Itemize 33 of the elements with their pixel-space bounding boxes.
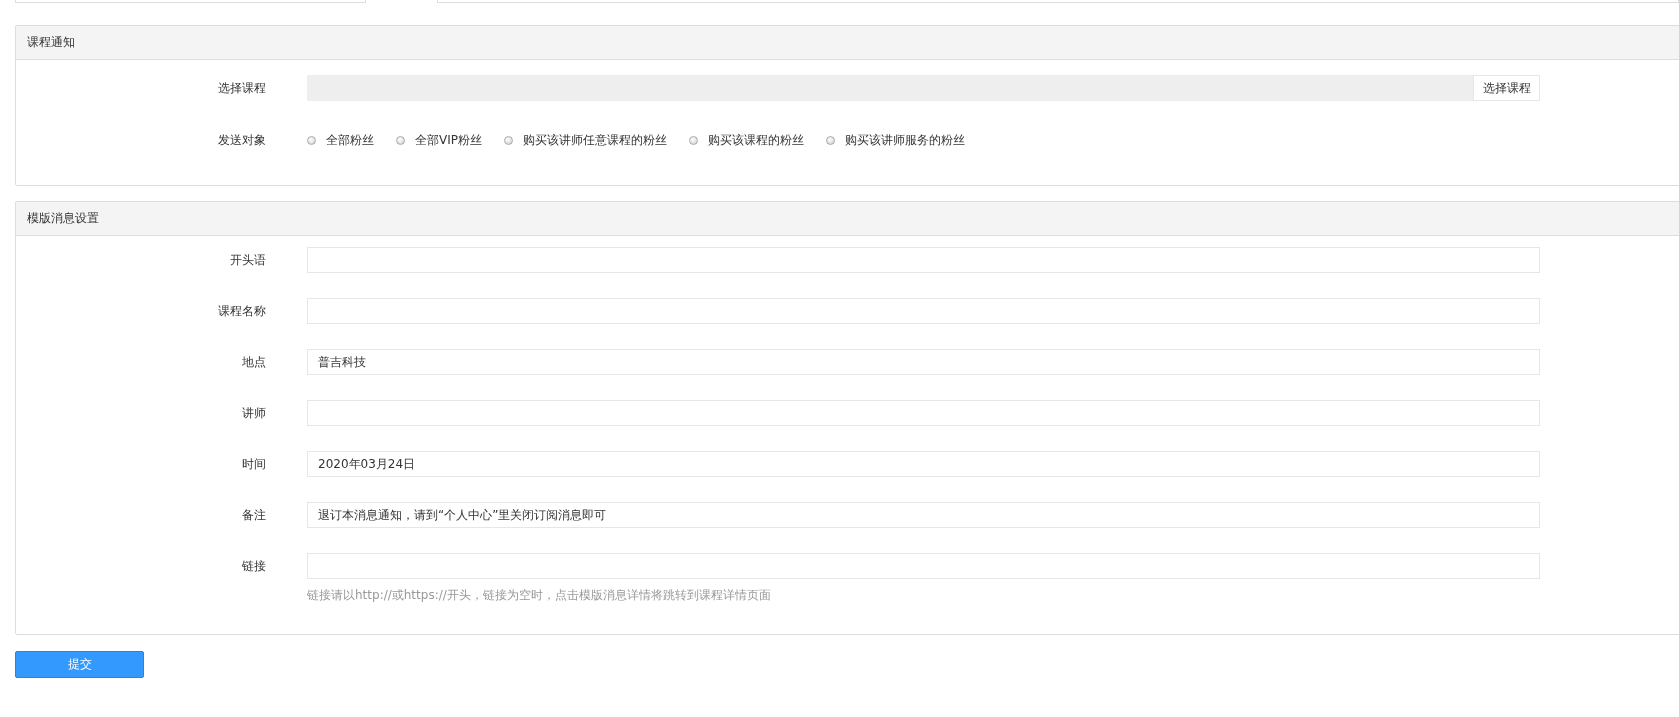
input-field[interactable] bbox=[307, 247, 1540, 273]
input-field[interactable] bbox=[15, 0, 366, 3]
field-label: 选择课程 bbox=[217, 79, 267, 97]
radio-button[interactable] bbox=[396, 135, 405, 145]
radio-label[interactable]: 购买该讲师服务的粉丝 bbox=[845, 131, 965, 149]
hint-text: 链接请以http://或https://开头，链接为空时，点击模版消息详情将跳转到课程详情页面 bbox=[307, 587, 772, 604]
field-label: 发送对象 bbox=[217, 131, 267, 149]
input-field[interactable]: 2020年03月24日 bbox=[307, 451, 1540, 477]
radio-button[interactable] bbox=[826, 135, 835, 145]
field-label: 课程名称 bbox=[217, 302, 267, 320]
field-label: 开头语 bbox=[229, 251, 267, 269]
panel-title: 模版消息设置 bbox=[16, 202, 1679, 236]
radio-label[interactable]: 全部VIP粉丝 bbox=[415, 131, 482, 149]
field-label: 链接 bbox=[241, 557, 267, 575]
input-field[interactable] bbox=[437, 0, 1679, 3]
field-label: 时间 bbox=[241, 455, 267, 473]
radio-button[interactable] bbox=[689, 135, 698, 145]
radio-label[interactable]: 购买该讲师任意课程的粉丝 bbox=[523, 131, 667, 149]
radio-button[interactable] bbox=[504, 135, 513, 145]
field-label: 讲师 bbox=[241, 404, 267, 422]
field-label: 备注 bbox=[241, 506, 267, 524]
field-label: 地点 bbox=[241, 353, 267, 371]
radio-button[interactable] bbox=[307, 135, 316, 145]
select-course-button[interactable]: 选择课程 bbox=[1473, 75, 1540, 101]
radio-label[interactable]: 全部粉丝 bbox=[326, 131, 374, 149]
panel-title: 课程通知 bbox=[16, 26, 1679, 60]
input-field[interactable] bbox=[307, 553, 1540, 579]
input-field[interactable] bbox=[307, 400, 1540, 426]
input-field[interactable] bbox=[307, 298, 1540, 324]
course-field[interactable] bbox=[307, 75, 1473, 101]
radio-label[interactable]: 购买该课程的粉丝 bbox=[708, 131, 804, 149]
input-field[interactable]: 退订本消息通知，请到“个人中心”里关闭订阅消息即可 bbox=[307, 502, 1540, 528]
input-field[interactable]: 普吉科技 bbox=[307, 349, 1540, 375]
